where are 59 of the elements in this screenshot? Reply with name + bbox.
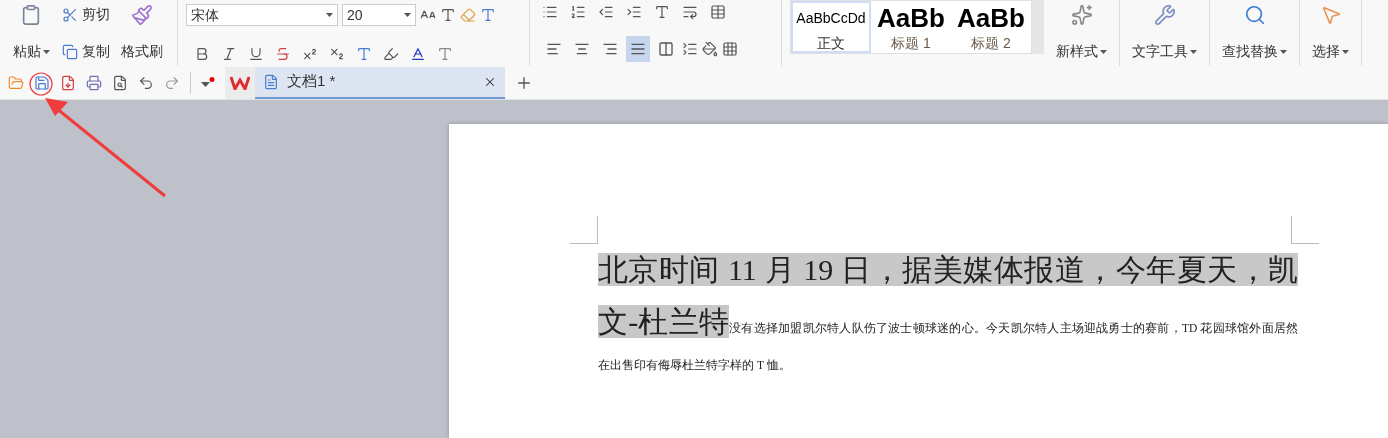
- print-preview-icon[interactable]: [112, 74, 128, 91]
- copy-icon[interactable]: [62, 43, 78, 60]
- pdf-export-icon[interactable]: [60, 74, 76, 91]
- paint-bucket-icon[interactable]: [702, 41, 718, 57]
- caret-icon: [404, 13, 411, 17]
- subscript-icon[interactable]: [329, 46, 345, 62]
- indent-icon[interactable]: [626, 4, 642, 20]
- line-break-icon[interactable]: [682, 4, 698, 20]
- app-logo-tab[interactable]: [225, 66, 255, 99]
- w-logo-icon: [230, 75, 250, 90]
- cut-button[interactable]: 剪切: [62, 4, 110, 25]
- underline-icon[interactable]: [248, 46, 264, 62]
- bullet-list-icon[interactable]: [542, 4, 558, 20]
- italic-icon[interactable]: [221, 46, 237, 62]
- strikethrough-icon[interactable]: [275, 46, 291, 62]
- table-icon[interactable]: [710, 4, 726, 20]
- caret-icon: [42, 50, 50, 55]
- center-align-icon: [574, 41, 590, 57]
- copy-button[interactable]: 复制: [62, 41, 110, 62]
- wrench-icon[interactable]: [1153, 4, 1176, 26]
- style-option[interactable]: AaBbCcDd 正文: [791, 1, 871, 53]
- style-option[interactable]: AaBb 标题 2: [951, 1, 1031, 53]
- font-family-dropdown[interactable]: 宋体: [186, 4, 338, 26]
- tab-title: 文档1 *: [287, 71, 337, 92]
- undo-icon[interactable]: [138, 74, 154, 91]
- caret-icon: [1100, 50, 1107, 55]
- numbered-list-icon[interactable]: [570, 4, 586, 20]
- justify-align-icon: [630, 41, 646, 57]
- bold-icon[interactable]: [194, 46, 210, 62]
- right-align-icon: [602, 41, 618, 57]
- customize-dropdown-icon[interactable]: [201, 76, 215, 89]
- crop-mark: [570, 216, 598, 244]
- highlighter-icon[interactable]: [383, 46, 399, 62]
- save-icon[interactable]: [34, 74, 50, 91]
- paste-button[interactable]: 粘贴: [8, 0, 54, 66]
- borders-icon[interactable]: [722, 41, 738, 57]
- document-paragraph: 北京时间 11 月 19 日，据美媒体报道，今年夏天，凯文-杜兰特没有选择加盟凯尔特人队伤了波士顿球迷的心。今天凯尔特人主场迎战勇士的赛前，TD 花园球馆外面居然在出售印有侮辱杜兰特字样的 T 恤。: [598, 252, 1298, 373]
- caret-icon: [1342, 50, 1349, 55]
- gallery-scrollbar[interactable]: [1032, 0, 1044, 54]
- clipboard-icon[interactable]: [20, 4, 42, 26]
- caret-icon: [1190, 50, 1197, 55]
- paintbrush-icon[interactable]: [131, 4, 153, 26]
- search-icon[interactable]: [1243, 4, 1266, 26]
- document-tab[interactable]: 文档1 *: [255, 66, 505, 99]
- justify-align-button[interactable]: [626, 36, 650, 62]
- left-align-icon: [546, 41, 562, 57]
- format-painter-button[interactable]: 格式刷: [118, 0, 166, 66]
- outdent-icon[interactable]: [598, 4, 614, 20]
- caret-icon: [326, 13, 333, 17]
- crop-mark: [1291, 216, 1319, 244]
- printer-icon[interactable]: [86, 74, 102, 91]
- style-option[interactable]: AaBb 标题 1: [871, 1, 951, 53]
- document-icon[interactable]: [263, 73, 279, 90]
- caret-icon: [1280, 50, 1287, 55]
- font-size-dropdown[interactable]: 20: [342, 4, 416, 26]
- superscript-icon[interactable]: [302, 46, 318, 62]
- font-color-icon[interactable]: [410, 46, 426, 62]
- scissors-icon[interactable]: [62, 6, 78, 23]
- line-spacing-icon[interactable]: [682, 41, 698, 57]
